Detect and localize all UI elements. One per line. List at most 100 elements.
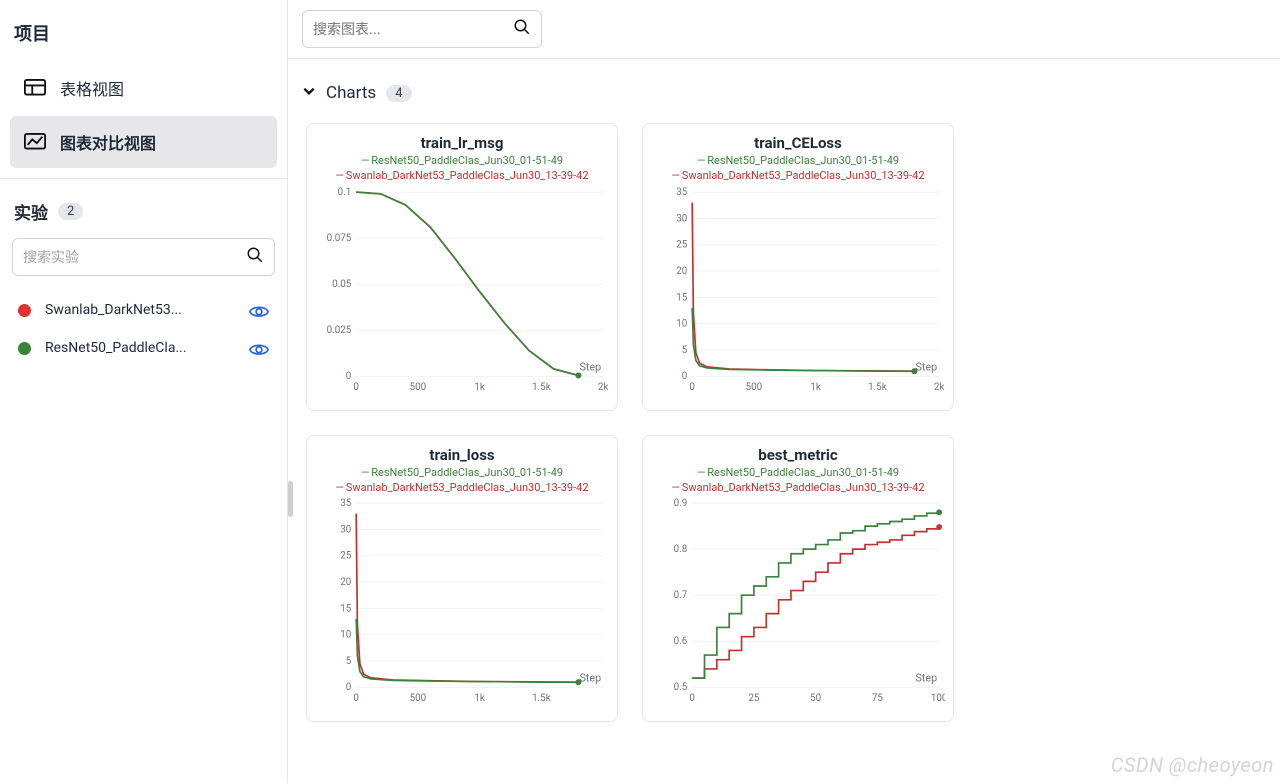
eye-icon[interactable]: [249, 341, 269, 355]
chart-card-train_CELoss[interactable]: train_CELoss — ResNet50_PaddleClas_Jun30_…: [642, 123, 954, 411]
sidebar-item-label: 图表对比视图: [60, 130, 156, 154]
experiment-color-dot: [18, 304, 31, 317]
experiment-name: ResNet50_PaddleCla...: [45, 340, 235, 356]
svg-text:0: 0: [689, 382, 695, 393]
svg-text:5: 5: [682, 345, 688, 356]
experiment-search-input[interactable]: [23, 249, 246, 265]
charts-section-header[interactable]: Charts 4: [288, 59, 1280, 113]
chart-legend: — ResNet50_PaddleClas_Jun30_01-51-49— Sw…: [315, 154, 609, 184]
chart-plot: 0.5 0.6 0.7 0.8 0.9 0 25 50 75 100 Step: [651, 495, 945, 715]
charts-count-badge: 4: [386, 85, 411, 102]
chart-legend: — ResNet50_PaddleClas_Jun30_01-51-49— Sw…: [315, 466, 609, 496]
svg-text:Step: Step: [579, 672, 601, 685]
chart-title: train_lr_msg: [315, 134, 609, 152]
svg-text:25: 25: [340, 551, 352, 562]
search-icon: [513, 18, 531, 40]
svg-text:2k: 2k: [934, 382, 945, 393]
project-title: 项目: [10, 20, 277, 60]
svg-text:Step: Step: [915, 360, 937, 373]
eye-icon[interactable]: [249, 303, 269, 317]
svg-text:100: 100: [931, 693, 945, 704]
chart-search-input[interactable]: [313, 21, 513, 37]
svg-text:500: 500: [410, 382, 427, 393]
experiment-item[interactable]: Swanlab_DarkNet53...: [10, 292, 277, 328]
experiments-count-badge: 2: [58, 203, 83, 220]
experiments-title: 实验: [14, 199, 48, 224]
experiments-header: 实验 2: [10, 199, 277, 236]
svg-text:2k: 2k: [598, 382, 609, 393]
experiment-color-dot: [18, 342, 31, 355]
chart-plot: 0 0.025 0.05 0.075 0.1 0 500 1k 1.5k 2k Step: [315, 184, 609, 404]
chart-title: train_loss: [315, 446, 609, 464]
svg-text:10: 10: [340, 630, 351, 641]
svg-text:500: 500: [746, 382, 763, 393]
svg-text:35: 35: [340, 498, 352, 509]
experiment-search[interactable]: [12, 238, 275, 276]
svg-text:5: 5: [346, 656, 352, 667]
divider: [0, 178, 287, 179]
svg-text:0.1: 0.1: [338, 187, 352, 198]
svg-text:0.025: 0.025: [327, 325, 352, 336]
chart-legend: — ResNet50_PaddleClas_Jun30_01-51-49— Sw…: [651, 466, 945, 496]
svg-text:1.5k: 1.5k: [532, 382, 551, 393]
svg-text:1.5k: 1.5k: [532, 693, 551, 704]
sidebar: 项目 表格视图 图表对比视图 实验 2 Swanlab_Dar: [0, 0, 288, 783]
svg-text:20: 20: [340, 577, 351, 588]
search-icon: [246, 246, 264, 268]
svg-text:25: 25: [676, 239, 688, 250]
svg-text:0: 0: [353, 693, 359, 704]
charts-grid: train_lr_msg — ResNet50_PaddleClas_Jun30_…: [288, 113, 1280, 742]
chart-legend: — ResNet50_PaddleClas_Jun30_01-51-49— Sw…: [651, 154, 945, 184]
svg-text:0: 0: [353, 382, 359, 393]
svg-text:0.8: 0.8: [674, 544, 688, 555]
main-panel: Charts 4 train_lr_msg — ResNet50_PaddleCl…: [288, 0, 1280, 783]
sidebar-item-table-view[interactable]: 表格视图: [10, 62, 277, 114]
watermark: CSDN @cheoyeon: [1111, 753, 1274, 777]
svg-text:0: 0: [689, 693, 695, 704]
svg-text:0.05: 0.05: [332, 279, 352, 290]
chart-title: best_metric: [651, 446, 945, 464]
chart-card-train_lr_msg[interactable]: train_lr_msg — ResNet50_PaddleClas_Jun30_…: [306, 123, 618, 411]
svg-text:75: 75: [872, 693, 884, 704]
svg-text:Step: Step: [579, 360, 601, 373]
chart-compare-icon: [24, 133, 46, 151]
chart-plot: 0 5 10 15 20 25 30 35 0 500 1k 1.5k Step: [315, 495, 609, 715]
svg-text:0.7: 0.7: [674, 591, 688, 602]
svg-text:35: 35: [676, 187, 688, 198]
svg-text:50: 50: [810, 693, 821, 704]
svg-text:0: 0: [346, 683, 352, 694]
top-bar: [288, 0, 1280, 59]
chart-card-best_metric[interactable]: best_metric — ResNet50_PaddleClas_Jun30_0…: [642, 435, 954, 723]
sidebar-item-label: 表格视图: [60, 76, 124, 100]
svg-text:20: 20: [676, 266, 687, 277]
svg-text:0: 0: [682, 371, 688, 382]
experiment-item[interactable]: ResNet50_PaddleCla...: [10, 330, 277, 366]
svg-text:0.9: 0.9: [674, 498, 688, 509]
svg-text:25: 25: [748, 693, 760, 704]
svg-text:0.5: 0.5: [674, 683, 688, 694]
svg-text:0: 0: [346, 371, 352, 382]
section-title: Charts: [326, 83, 376, 103]
svg-text:500: 500: [410, 693, 427, 704]
svg-text:15: 15: [676, 292, 688, 303]
chart-search[interactable]: [302, 10, 542, 48]
svg-text:1.5k: 1.5k: [868, 382, 887, 393]
svg-text:30: 30: [676, 213, 687, 224]
table-icon: [24, 79, 46, 97]
svg-text:Step: Step: [915, 672, 937, 685]
experiment-name: Swanlab_DarkNet53...: [45, 302, 235, 318]
sidebar-item-chart-compare[interactable]: 图表对比视图: [10, 116, 277, 168]
chart-title: train_CELoss: [651, 134, 945, 152]
chevron-down-icon: [302, 83, 316, 103]
svg-text:0.6: 0.6: [674, 637, 688, 648]
svg-text:1k: 1k: [810, 382, 821, 393]
svg-text:1k: 1k: [474, 693, 485, 704]
resize-handle[interactable]: [288, 481, 293, 517]
chart-plot: 0 5 10 15 20 25 30 35 0 500 1k 1.5k 2k Step: [651, 184, 945, 404]
svg-text:15: 15: [340, 604, 352, 615]
svg-text:10: 10: [676, 318, 687, 329]
svg-text:1k: 1k: [474, 382, 485, 393]
svg-text:30: 30: [340, 525, 351, 536]
chart-card-train_loss[interactable]: train_loss — ResNet50_PaddleClas_Jun30_01…: [306, 435, 618, 723]
svg-text:0.075: 0.075: [327, 233, 352, 244]
